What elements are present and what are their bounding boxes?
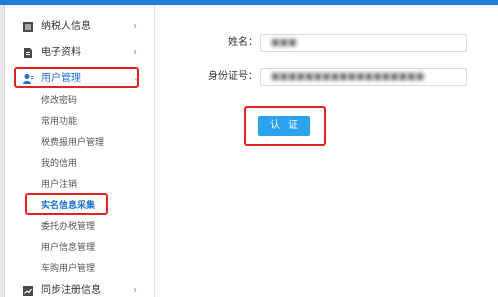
- id-number-label: 身份证号：: [208, 71, 258, 82]
- chart-line-icon: [23, 286, 33, 296]
- submenu-item-user-info-management[interactable]: 用户信息管理: [5, 238, 155, 258]
- main-content: 姓名： ■■■ 身份证号： ■■■■■■■■■■■■■■■■■■ 认证: [156, 5, 498, 297]
- submenu-item-change-password[interactable]: 修改密码: [5, 91, 155, 111]
- sidebar-item-label: 同步注册信息: [41, 285, 101, 296]
- submenu-item-label: 委托办税管理: [41, 222, 96, 232]
- file-icon: [24, 48, 32, 58]
- sidebar: 纳税人信息 › 电子资料 › 用户管理 ⌄ 修改密码 常用功能 税费报用户管理 …: [5, 5, 155, 297]
- submenu-item-label: 用户注销: [41, 180, 78, 190]
- name-label: 姓名：: [228, 37, 258, 48]
- submenu-item-label: 车购用户管理: [41, 264, 96, 274]
- document-list-icon: [23, 22, 33, 32]
- sidebar-item-label: 电子资料: [41, 47, 81, 58]
- chevron-right-icon: ›: [133, 47, 137, 58]
- submenu-item-label: 用户信息管理: [41, 243, 96, 253]
- highlight-real-name-collection: [25, 193, 108, 215]
- submenu-item-my-credit[interactable]: 我的信用: [5, 154, 155, 174]
- name-field[interactable]: ■■■: [260, 34, 467, 52]
- submenu-item-user-cancel[interactable]: 用户注销: [5, 175, 155, 195]
- id-number-value: ■■■■■■■■■■■■■■■■■■: [271, 72, 425, 82]
- submenu-item-label: 税费报用户管理: [41, 138, 105, 148]
- sidebar-item-sync-registration[interactable]: 同步注册信息 ›: [5, 278, 155, 297]
- submenu-item-label: 修改密码: [41, 96, 78, 106]
- chevron-right-icon: ›: [133, 21, 137, 32]
- sidebar-item-electronic-docs[interactable]: 电子资料 ›: [5, 40, 155, 66]
- submenu-item-label: 常用功能: [41, 117, 78, 127]
- chevron-right-icon: ›: [133, 285, 137, 296]
- sidebar-item-taxpayer-info[interactable]: 纳税人信息 ›: [5, 14, 155, 40]
- name-value: ■■■: [271, 38, 297, 48]
- submenu-item-common-functions[interactable]: 常用功能: [5, 112, 155, 132]
- id-number-field[interactable]: ■■■■■■■■■■■■■■■■■■: [260, 68, 467, 86]
- submenu-item-label: 我的信用: [41, 159, 78, 169]
- submenu-item-delegated-tax[interactable]: 委托办税管理: [5, 217, 155, 237]
- highlight-user-management: [14, 67, 139, 88]
- highlight-authenticate-button: [244, 106, 326, 146]
- submenu-item-vehicle-user-management[interactable]: 车购用户管理: [5, 259, 155, 279]
- sidebar-item-label: 纳税人信息: [41, 21, 91, 32]
- submenu-item-tax-user-management[interactable]: 税费报用户管理: [5, 133, 155, 153]
